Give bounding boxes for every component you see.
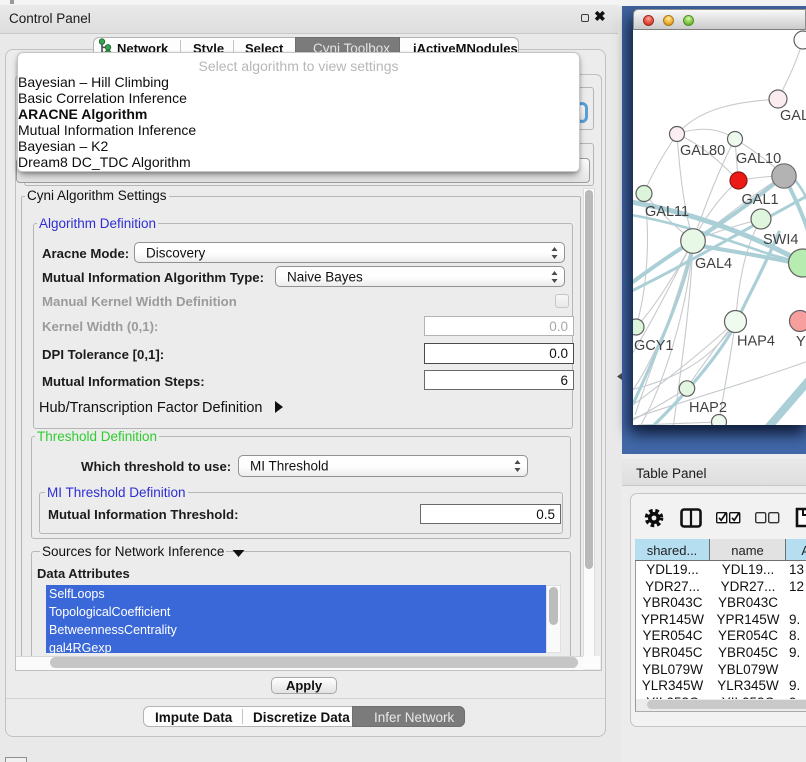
svg-text:HAP2: HAP2 [689,400,727,416]
svg-text:GCY1: GCY1 [634,338,674,354]
svg-text:GAL1: GAL1 [742,192,779,208]
svg-text:YJ: YJ [796,334,806,350]
svg-text:GAL4: GAL4 [695,256,732,272]
svg-text:GAL80: GAL80 [680,143,725,159]
svg-text:SWI4: SWI4 [763,232,798,248]
svg-text:HAP4: HAP4 [737,334,775,350]
svg-text:GAL10: GAL10 [736,151,781,167]
svg-text:GAL11: GAL11 [645,204,689,220]
svg-text:GAL2: GAL2 [780,108,806,124]
